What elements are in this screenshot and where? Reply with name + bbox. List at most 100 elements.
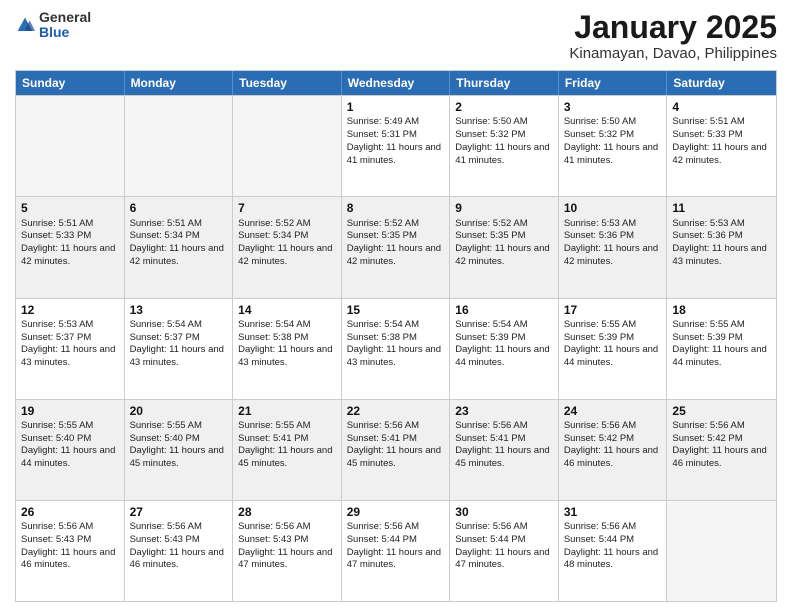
cell-info: Sunrise: 5:56 AMSunset: 5:44 PMDaylight:… (564, 521, 662, 572)
day-cell-14: 14Sunrise: 5:54 AMSunset: 5:38 PMDayligh… (233, 299, 342, 399)
day-cell-28: 28Sunrise: 5:56 AMSunset: 5:43 PMDayligh… (233, 501, 342, 601)
day-header-saturday: Saturday (667, 71, 776, 95)
day-cell-5: 5 Sunrise: 5:51 AMSunset: 5:33 PMDaylight… (16, 197, 125, 297)
day-cell-31: 31Sunrise: 5:56 AMSunset: 5:44 PMDayligh… (559, 501, 668, 601)
day-number: 9 (455, 200, 553, 216)
cell-info: Sunrise: 5:55 AMSunset: 5:41 PMDaylight:… (238, 420, 336, 471)
day-cell-22: 22Sunrise: 5:56 AMSunset: 5:41 PMDayligh… (342, 400, 451, 500)
day-cell-8: 8Sunrise: 5:52 AMSunset: 5:35 PMDaylight… (342, 197, 451, 297)
day-number: 3 (564, 99, 662, 115)
day-cell-25: 25Sunrise: 5:56 AMSunset: 5:42 PMDayligh… (667, 400, 776, 500)
day-number: 31 (564, 504, 662, 520)
cell-info: Sunrise: 5:50 AMSunset: 5:32 PMDaylight:… (455, 116, 553, 167)
day-cell-16: 16Sunrise: 5:54 AMSunset: 5:39 PMDayligh… (450, 299, 559, 399)
day-cell-20: 20Sunrise: 5:55 AMSunset: 5:40 PMDayligh… (125, 400, 234, 500)
cell-info: Sunrise: 5:55 AMSunset: 5:39 PMDaylight:… (672, 319, 771, 370)
cell-info: Sunrise: 5:52 AMSunset: 5:35 PMDaylight:… (455, 218, 553, 269)
calendar-body: 1Sunrise: 5:49 AMSunset: 5:31 PMDaylight… (16, 95, 776, 601)
day-cell-24: 24Sunrise: 5:56 AMSunset: 5:42 PMDayligh… (559, 400, 668, 500)
week-row-1: 5 Sunrise: 5:51 AMSunset: 5:33 PMDaylight… (16, 196, 776, 297)
cell-info: Sunrise: 5:49 AMSunset: 5:31 PMDaylight:… (347, 116, 445, 167)
day-number: 14 (238, 302, 336, 318)
cell-info: Sunrise: 5:56 AMSunset: 5:43 PMDaylight:… (238, 521, 336, 572)
day-number: 4 (672, 99, 771, 115)
cell-info: Sunrise: 5:52 AMSunset: 5:35 PMDaylight:… (347, 218, 445, 269)
title-block: January 2025 Kinamayan, Davao, Philippin… (569, 10, 777, 62)
day-number: 17 (564, 302, 662, 318)
day-header-monday: Monday (125, 71, 234, 95)
cell-info: Sunrise: 5:51 AMSunset: 5:34 PMDaylight:… (130, 218, 228, 269)
day-cell-2: 2Sunrise: 5:50 AMSunset: 5:32 PMDaylight… (450, 96, 559, 196)
day-cell-21: 21Sunrise: 5:55 AMSunset: 5:41 PMDayligh… (233, 400, 342, 500)
day-number: 24 (564, 403, 662, 419)
logo: General Blue (15, 10, 91, 41)
cell-info: Sunrise: 5:56 AMSunset: 5:43 PMDaylight:… (21, 521, 119, 572)
week-row-3: 19Sunrise: 5:55 AMSunset: 5:40 PMDayligh… (16, 399, 776, 500)
header: General Blue January 2025 Kinamayan, Dav… (15, 10, 777, 62)
cell-info: Sunrise: 5:55 AMSunset: 5:40 PMDaylight:… (130, 420, 228, 471)
day-number: 29 (347, 504, 445, 520)
cell-info: Sunrise: 5:56 AMSunset: 5:41 PMDaylight:… (347, 420, 445, 471)
empty-cell (233, 96, 342, 196)
day-cell-29: 29Sunrise: 5:56 AMSunset: 5:44 PMDayligh… (342, 501, 451, 601)
day-number: 19 (21, 403, 119, 419)
cell-info: Sunrise: 5:56 AMSunset: 5:42 PMDaylight:… (564, 420, 662, 471)
logo-blue: Blue (39, 25, 91, 40)
day-cell-13: 13Sunrise: 5:54 AMSunset: 5:37 PMDayligh… (125, 299, 234, 399)
day-number: 5 (21, 200, 119, 216)
cell-info: Sunrise: 5:55 AMSunset: 5:39 PMDaylight:… (564, 319, 662, 370)
week-row-4: 26Sunrise: 5:56 AMSunset: 5:43 PMDayligh… (16, 500, 776, 601)
day-number: 21 (238, 403, 336, 419)
week-row-2: 12Sunrise: 5:53 AMSunset: 5:37 PMDayligh… (16, 298, 776, 399)
cell-info: Sunrise: 5:56 AMSunset: 5:41 PMDaylight:… (455, 420, 553, 471)
cell-info: Sunrise: 5:53 AMSunset: 5:36 PMDaylight:… (672, 218, 771, 269)
day-number: 16 (455, 302, 553, 318)
day-number: 2 (455, 99, 553, 115)
cell-info: Sunrise: 5:53 AMSunset: 5:36 PMDaylight:… (564, 218, 662, 269)
day-number: 26 (21, 504, 119, 520)
logo-icon (15, 15, 35, 35)
cell-info: Sunrise: 5:51 AMSunset: 5:33 PMDaylight:… (672, 116, 771, 167)
day-header-sunday: Sunday (16, 71, 125, 95)
cell-info: Sunrise: 5:56 AMSunset: 5:42 PMDaylight:… (672, 420, 771, 471)
day-number: 30 (455, 504, 553, 520)
day-header-wednesday: Wednesday (342, 71, 451, 95)
day-cell-10: 10 Sunrise: 5:53 AMSunset: 5:36 PMDayligh… (559, 197, 668, 297)
day-number: 12 (21, 302, 119, 318)
day-number: 25 (672, 403, 771, 419)
logo-general: General (39, 10, 91, 25)
cell-info: Sunrise: 5:50 AMSunset: 5:32 PMDaylight:… (564, 116, 662, 167)
day-number: 10 (564, 200, 662, 216)
day-cell-4: 4Sunrise: 5:51 AMSunset: 5:33 PMDaylight… (667, 96, 776, 196)
day-cell-17: 17Sunrise: 5:55 AMSunset: 5:39 PMDayligh… (559, 299, 668, 399)
week-row-0: 1Sunrise: 5:49 AMSunset: 5:31 PMDaylight… (16, 95, 776, 196)
day-cell-12: 12Sunrise: 5:53 AMSunset: 5:37 PMDayligh… (16, 299, 125, 399)
cell-info: Sunrise: 5:56 AMSunset: 5:44 PMDaylight:… (455, 521, 553, 572)
day-number: 7 (238, 200, 336, 216)
day-cell-3: 3Sunrise: 5:50 AMSunset: 5:32 PMDaylight… (559, 96, 668, 196)
day-number: 11 (672, 200, 771, 216)
calendar-title: January 2025 (569, 10, 777, 45)
day-cell-15: 15Sunrise: 5:54 AMSunset: 5:38 PMDayligh… (342, 299, 451, 399)
day-cell-6: 6 Sunrise: 5:51 AMSunset: 5:34 PMDaylight… (125, 197, 234, 297)
cell-info: Sunrise: 5:52 AMSunset: 5:34 PMDaylight:… (238, 218, 336, 269)
day-header-friday: Friday (559, 71, 668, 95)
day-cell-27: 27Sunrise: 5:56 AMSunset: 5:43 PMDayligh… (125, 501, 234, 601)
day-number: 6 (130, 200, 228, 216)
day-number: 22 (347, 403, 445, 419)
cell-info: Sunrise: 5:54 AMSunset: 5:38 PMDaylight:… (347, 319, 445, 370)
day-cell-9: 9 Sunrise: 5:52 AMSunset: 5:35 PMDaylight… (450, 197, 559, 297)
cell-info: Sunrise: 5:54 AMSunset: 5:37 PMDaylight:… (130, 319, 228, 370)
day-cell-23: 23Sunrise: 5:56 AMSunset: 5:41 PMDayligh… (450, 400, 559, 500)
day-number: 20 (130, 403, 228, 419)
day-cell-7: 7 Sunrise: 5:52 AMSunset: 5:34 PMDaylight… (233, 197, 342, 297)
day-number: 27 (130, 504, 228, 520)
empty-cell (125, 96, 234, 196)
day-cell-19: 19Sunrise: 5:55 AMSunset: 5:40 PMDayligh… (16, 400, 125, 500)
day-header-thursday: Thursday (450, 71, 559, 95)
day-number: 15 (347, 302, 445, 318)
cell-info: Sunrise: 5:56 AMSunset: 5:43 PMDaylight:… (130, 521, 228, 572)
cell-info: Sunrise: 5:55 AMSunset: 5:40 PMDaylight:… (21, 420, 119, 471)
cell-info: Sunrise: 5:51 AMSunset: 5:33 PMDaylight:… (21, 218, 119, 269)
day-number: 13 (130, 302, 228, 318)
